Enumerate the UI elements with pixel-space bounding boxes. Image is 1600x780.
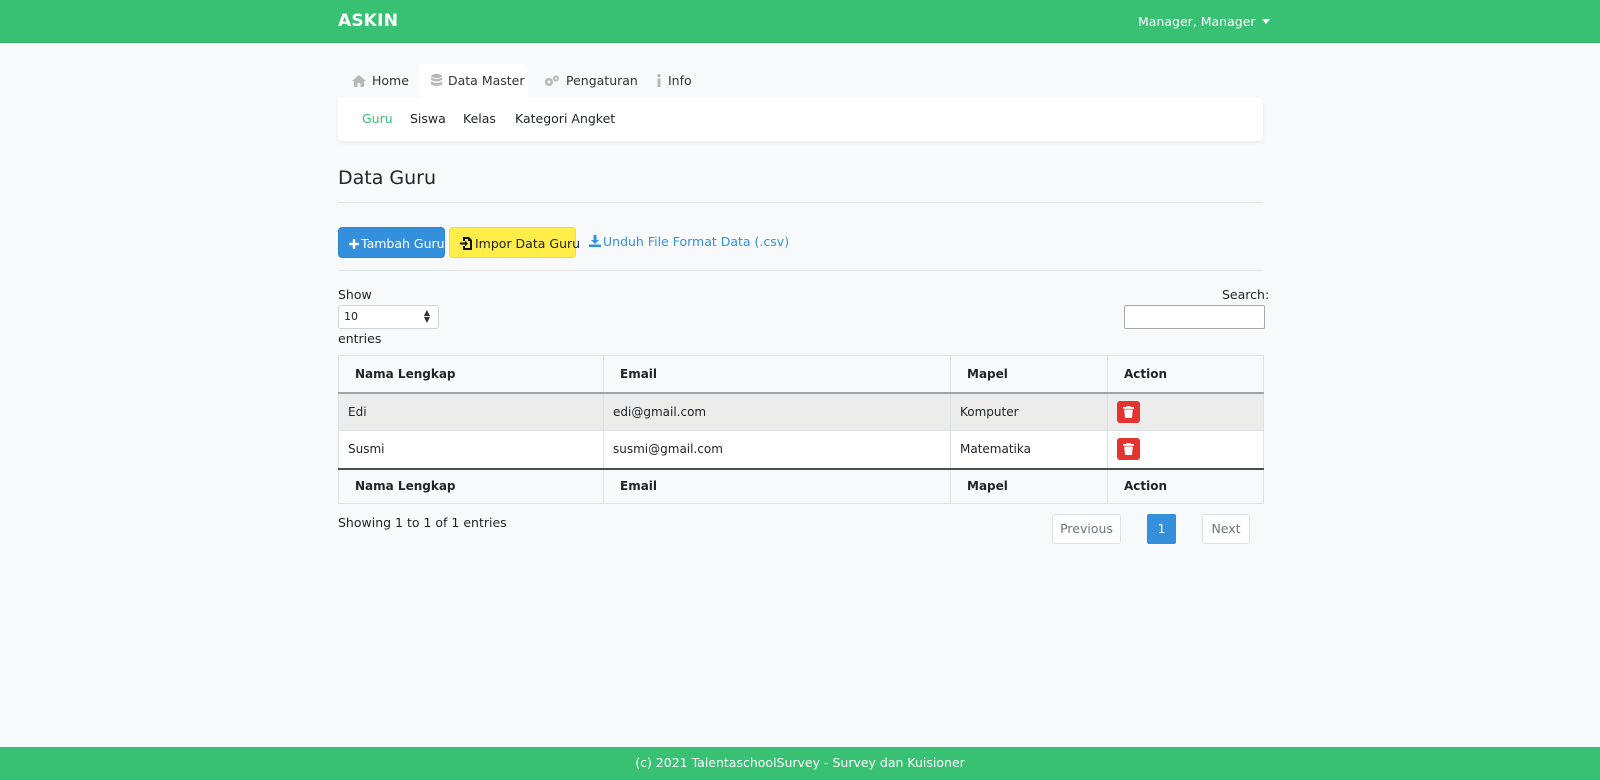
column-footer-action: Action (1107, 467, 1264, 504)
cell-email: edi@gmail.com (603, 392, 951, 431)
entries-length-value: 10 (344, 310, 358, 323)
divider (338, 202, 1263, 203)
delete-button[interactable] (1117, 400, 1140, 423)
footer: (c) 2021 TalentaschoolSurvey - Survey da… (0, 747, 1600, 780)
sub-item-guru[interactable]: Guru (362, 111, 393, 126)
column-header-nama[interactable]: Nama Lengkap (338, 355, 604, 394)
sub-item-siswa[interactable]: Siswa (410, 111, 446, 126)
entries-label: entries (338, 331, 382, 346)
cell-mapel: Komputer (950, 392, 1108, 431)
sub-item-kategori-angket[interactable]: Kategori Angket (515, 111, 615, 126)
tab-data-master-label: Data Master (448, 73, 525, 88)
show-label: Show (338, 287, 372, 302)
column-footer-mapel: Mapel (950, 467, 1108, 504)
cell-nama: Susmi (338, 430, 604, 469)
import-guru-button[interactable]: Impor Data Guru (449, 227, 580, 258)
pagination-next[interactable]: Next (1202, 514, 1250, 544)
sub-item-kelas[interactable]: Kelas (463, 111, 496, 126)
column-footer-nama: Nama Lengkap (338, 467, 604, 504)
sub-nav: Guru Siswa Kelas Kategori Angket (338, 98, 1263, 141)
plus-icon (349, 239, 359, 249)
tab-pengaturan-label: Pengaturan (566, 73, 638, 88)
home-icon (352, 75, 366, 87)
user-menu-dropdown[interactable]: Manager, Manager (1138, 14, 1270, 29)
page-title: Data Guru (338, 167, 437, 189)
table-header-row: Nama Lengkap Email Mapel Action (338, 355, 1264, 394)
table-row: Susmi susmi@gmail.com Matematika (338, 430, 1264, 469)
pagination-page-1[interactable]: 1 (1147, 514, 1176, 544)
cell-mapel: Matematika (950, 430, 1108, 469)
tab-data-master[interactable]: Data Master (419, 64, 528, 98)
tab-home-label: Home (372, 73, 409, 88)
add-guru-label: Tambah Guru (361, 236, 445, 251)
tab-home[interactable]: Home (352, 64, 409, 98)
caret-down-icon (1261, 19, 1270, 24)
gears-icon (545, 75, 559, 86)
table-footer-row: Nama Lengkap Email Mapel Action (338, 467, 1264, 504)
trash-icon (1123, 405, 1134, 418)
user-menu-label: Manager, Manager (1138, 14, 1256, 29)
sort-arrows-icon: ▲ ▼ (423, 308, 430, 324)
table-row: Edi edi@gmail.com Komputer (338, 392, 1264, 431)
delete-button[interactable] (1117, 438, 1140, 461)
download-format-link[interactable]: Unduh File Format Data (.csv) (589, 234, 789, 249)
brand-logo[interactable]: ASKIN (338, 11, 398, 31)
tab-info-label: Info (668, 73, 692, 88)
search-label: Search: (1222, 287, 1270, 302)
file-import-icon (460, 237, 472, 250)
guru-table: Nama Lengkap Email Mapel Action Edi edi@… (338, 355, 1264, 504)
column-header-mapel[interactable]: Mapel (950, 355, 1108, 394)
import-guru-label: Impor Data Guru (475, 236, 581, 251)
pagination-previous[interactable]: Previous (1052, 514, 1121, 544)
table-info: Showing 1 to 1 of 1 entries (338, 515, 507, 530)
download-format-label: Unduh File Format Data (.csv) (603, 234, 790, 249)
tab-pengaturan[interactable]: Pengaturan (544, 64, 638, 98)
top-navbar: ASKIN Manager, Manager (0, 0, 1600, 43)
cell-email: susmi@gmail.com (603, 430, 951, 469)
add-guru-button[interactable]: Tambah Guru (338, 227, 445, 258)
entries-length-select[interactable]: 10 ▲ ▼ (338, 305, 439, 329)
tab-info[interactable]: Info (656, 64, 692, 98)
info-icon (657, 74, 661, 87)
cell-action (1107, 392, 1264, 431)
trash-icon (1123, 443, 1134, 456)
column-footer-email: Email (603, 467, 951, 504)
cell-action (1107, 430, 1264, 469)
download-icon (589, 235, 601, 247)
divider (338, 270, 1263, 271)
database-icon (431, 74, 442, 86)
column-header-email[interactable]: Email (603, 355, 951, 394)
footer-text: (c) 2021 TalentaschoolSurvey - Survey da… (635, 755, 965, 770)
search-input[interactable] (1124, 305, 1265, 329)
cell-nama: Edi (338, 392, 604, 431)
column-header-action: Action (1107, 355, 1264, 394)
